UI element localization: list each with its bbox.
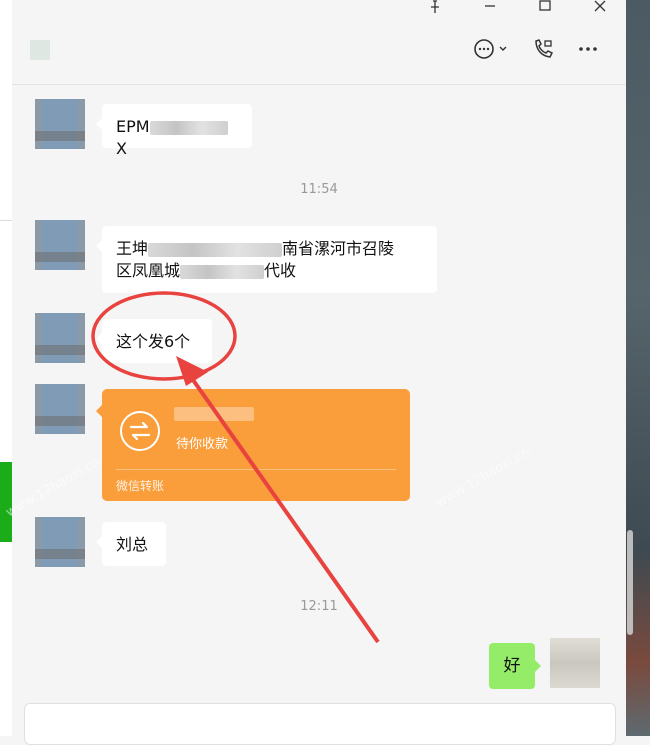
minimize-icon[interactable] — [475, 0, 505, 14]
message-text: 这个发6个 — [116, 332, 191, 351]
scrollbar[interactable] — [627, 530, 633, 635]
my-avatar[interactable] — [550, 638, 600, 688]
avatar[interactable] — [35, 313, 85, 363]
message-list[interactable]: EPM X 11:54 王坤 南省漯河市召陵 区凤凰城 代收 这个发6个 待你收款 微… — [12, 85, 633, 699]
contact-avatar-small[interactable] — [30, 40, 50, 60]
divider — [116, 469, 396, 470]
timestamp: 11:54 — [300, 182, 338, 197]
message-bubble[interactable]: 这个发6个 — [96, 319, 212, 363]
maximize-icon[interactable] — [530, 0, 560, 14]
chat-list-edge — [0, 0, 12, 736]
message-text: EPM — [116, 117, 150, 136]
title-bar — [12, 0, 626, 22]
chat-bubble-icon[interactable] — [469, 38, 513, 66]
message-bubble[interactable]: 刘总 — [96, 522, 166, 566]
message-text: 王坤 — [116, 239, 149, 258]
avatar[interactable] — [35, 99, 85, 149]
redacted-text — [149, 120, 228, 135]
avatar[interactable] — [35, 220, 85, 270]
divider — [0, 220, 12, 221]
redacted-text — [180, 264, 265, 279]
message-bubble[interactable]: 王坤 南省漯河市召陵 区凤凰城 代收 — [96, 226, 437, 293]
message-text: X — [116, 139, 127, 158]
message-text: 区凤凰城 — [116, 261, 181, 280]
redacted-text — [148, 242, 283, 257]
message-input[interactable] — [24, 703, 616, 745]
message-text: 刘总 — [116, 535, 149, 554]
pin-icon[interactable] — [420, 0, 450, 14]
message-bubble[interactable]: EPM X — [96, 104, 252, 158]
message-text: 好 — [503, 656, 521, 676]
more-icon[interactable] — [574, 38, 602, 66]
chat-header — [12, 22, 626, 85]
transfer-icon — [120, 411, 160, 451]
video-call-icon[interactable] — [529, 38, 557, 66]
transfer-status: 待你收款 — [176, 437, 229, 452]
transfer-footer: 微信转账 — [116, 479, 165, 493]
input-area — [12, 699, 626, 745]
transfer-amount-redacted — [174, 407, 254, 421]
transfer-card[interactable]: 待你收款 微信转账 — [96, 389, 410, 501]
close-icon[interactable] — [585, 0, 615, 14]
avatar[interactable] — [35, 517, 85, 567]
timestamp: 12:11 — [300, 599, 338, 614]
my-message-bubble[interactable]: 好 — [489, 643, 541, 689]
avatar[interactable] — [35, 384, 85, 434]
message-text: 代收 — [264, 261, 297, 280]
message-text: 南省漯河市召陵 — [282, 239, 395, 258]
